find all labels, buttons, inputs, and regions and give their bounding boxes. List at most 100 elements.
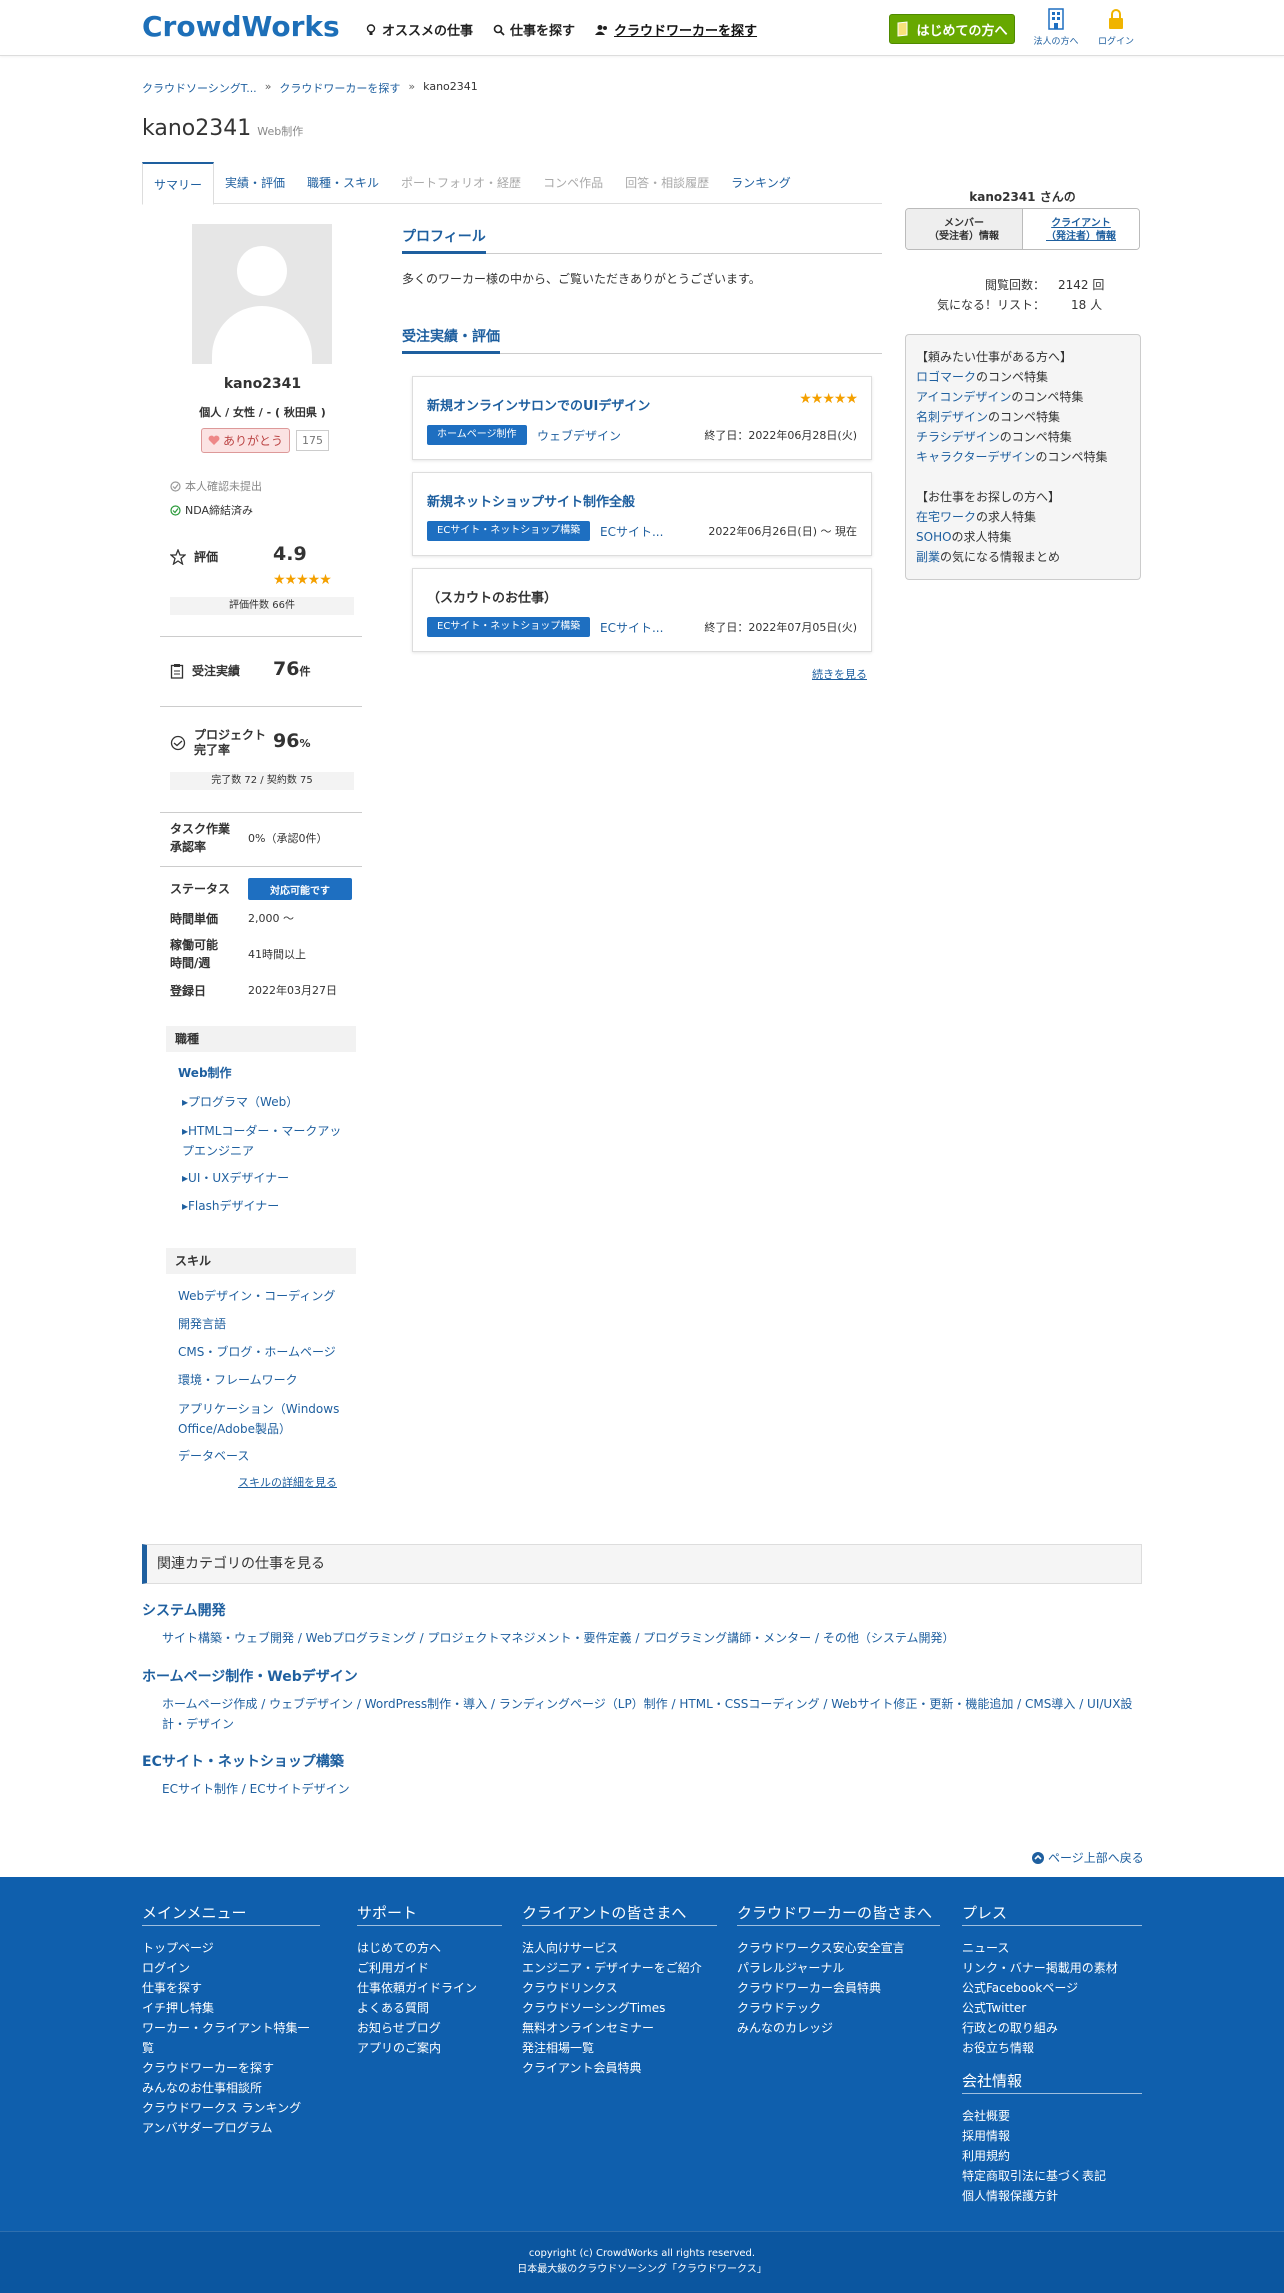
work-category[interactable]: ECサイト... [600,619,663,636]
tab-results[interactable]: 実績・評価 [214,162,296,203]
begin-button[interactable]: はじめての方へ [889,14,1015,44]
breadcrumb-item-2[interactable]: クラウドワーカーを探す [279,80,400,96]
work-tag[interactable]: ホームページ制作 [427,425,527,445]
logo[interactable]: CrowdWorks [142,10,340,43]
footer-link[interactable]: ログイン [142,1958,320,1978]
feature-link[interactable]: 在宅ワーク [916,510,976,524]
nav-find-jobs[interactable]: 仕事を探す [493,20,575,39]
feature-link[interactable]: チラシデザイン [916,430,1000,444]
thanks-button[interactable]: ありがとう [201,428,291,453]
footer-link[interactable]: 法人向けサービス [522,1938,717,1958]
job-item[interactable]: ▸UI・UXデザイナー [182,1169,289,1186]
footer-link[interactable]: ニュース [962,1938,1142,1958]
footer-link[interactable]: よくある質問 [357,1998,502,2018]
tab-skills[interactable]: 職種・スキル [296,162,390,203]
footer-link[interactable]: パラレルジャーナル [737,1958,940,1978]
feature-link[interactable]: ロゴマーク [916,370,976,384]
footer-link[interactable]: お役立ち情報 [962,2038,1142,2058]
footer-link[interactable]: 公式Twitter [962,1998,1142,2018]
footer-link[interactable]: リンク・バナー掲載用の素材 [962,1958,1142,1978]
skill-item[interactable]: CMS・ブログ・ホームページ [178,1343,336,1360]
footer-link[interactable]: 利用規約 [962,2146,1142,2166]
footer-link[interactable]: みんなのお仕事相談所 [142,2078,320,2098]
footer-link[interactable]: クラウドソーシングTimes [522,1998,717,2018]
footer-link[interactable]: 行政との取り組み [962,2018,1142,2038]
footer-link[interactable]: 仕事依頼ガイドライン [357,1978,502,1998]
side-tab-member[interactable]: メンバー （受注者）情報 [906,209,1023,249]
work-title[interactable]: 新規ネットショップサイト制作全般 [427,491,635,510]
orders-number: 76 [273,658,300,680]
footer-link[interactable]: ご利用ガイド [357,1958,502,1978]
work-card[interactable]: （スカウトのお仕事） ECサイト・ネットショップ構築 ECサイト... 終了日：… [412,568,872,652]
side-tab-client[interactable]: クライアント （発注者）情報 [1023,209,1139,249]
work-category[interactable]: ウェブデザイン [537,427,621,444]
skill-item[interactable]: 開発言語 [178,1315,226,1332]
footer-link[interactable]: 特定商取引法に基づく表記 [962,2166,1142,2186]
related-group-title[interactable]: ホームページ制作・Webデザイン [142,1666,358,1686]
footer-link[interactable]: はじめての方へ [357,1938,502,1958]
breadcrumb-item-1[interactable]: クラウドソーシングT... [142,80,257,96]
footer-link[interactable]: ワーカー・クライアント特集一覧 [142,2018,320,2058]
footer-link[interactable]: 公式Facebookページ [962,1978,1142,1998]
feature-link[interactable]: キャラクターデザイン [916,450,1036,464]
footer-link[interactable]: 仕事を探す [142,1978,320,1998]
related-group-title[interactable]: ECサイト・ネットショップ構築 [142,1751,344,1771]
job-item[interactable]: ▸プログラマ（Web） [182,1093,298,1110]
skill-item[interactable]: 環境・フレームワーク [178,1371,298,1388]
work-card[interactable]: 新規ネットショップサイト制作全般 ECサイト・ネットショップ構築 ECサイト..… [412,472,872,556]
job-item[interactable]: ▸Flashデザイナー [182,1197,279,1214]
footer-link[interactable]: 発注相場一覧 [522,2038,717,2058]
profile-attributes: 個人 / 女性 / - ( 秋田県 ) [199,406,326,419]
footer-link[interactable]: みんなのカレッジ [737,2018,940,2038]
footer-link[interactable]: クラウドワークス ランキング [142,2098,320,2118]
skills-more-link[interactable]: スキルの詳細を見る [238,1474,337,1490]
related-group-links[interactable]: ホームページ作成 / ウェブデザイン / WordPress制作・導入 / ラン… [162,1694,1142,1734]
related-group-links[interactable]: サイト構築・ウェブ開発 / Webプログラミング / プロジェクトマネジメント・… [162,1628,1142,1648]
feature-link[interactable]: 副業 [916,550,940,564]
skill-item[interactable]: データベース [178,1447,249,1464]
tab-answers[interactable]: 回答・相談履歴 [614,162,720,203]
footer-link[interactable]: イチ押し特集 [142,1998,320,2018]
footer-link[interactable]: クラウドリンクス [522,1978,717,1998]
work-tag[interactable]: ECサイト・ネットショップ構築 [427,617,591,637]
job-item[interactable]: ▸HTMLコーダー・マークアップエンジニア [182,1121,352,1161]
nav-find-workers[interactable]: クラウドワーカーを探す [595,20,757,39]
nav-recommended[interactable]: オススメの仕事 [365,20,473,39]
work-card[interactable]: 新規オンラインサロンでのUIデザイン ★★★★★ ホームページ制作 ウェブデザイ… [412,376,872,460]
footer-link[interactable]: クラウドワーカーを探す [142,2058,320,2078]
footer-link[interactable]: 会社概要 [962,2106,1142,2126]
footer-link[interactable]: お知らせブログ [357,2018,502,2038]
work-tag[interactable]: ECサイト・ネットショップ構築 [427,521,591,541]
tab-competition[interactable]: コンペ作品 [532,162,614,203]
skill-item[interactable]: Webデザイン・コーディング [178,1287,335,1304]
work-rating-stars: ★★★★★ [799,391,858,407]
footer-link[interactable]: アプリのご案内 [357,2038,502,2058]
tab-ranking[interactable]: ランキング [720,162,802,203]
footer-link[interactable]: アンバサダープログラム [142,2118,320,2138]
footer-link[interactable]: エンジニア・デザイナーをご紹介 [522,1958,717,1978]
footer-link[interactable]: クライアント会員特典 [522,2058,717,2078]
work-title[interactable]: 新規オンラインサロンでのUIデザイン [427,395,650,414]
login-link[interactable]: ログイン [1088,8,1144,47]
feature-link[interactable]: 名刺デザイン [916,410,988,424]
related-group-title[interactable]: システム開発 [142,1600,226,1620]
footer-link[interactable]: クラウドワーカー会員特典 [737,1978,940,1998]
footer-link[interactable]: トップページ [142,1938,320,1958]
job-main[interactable]: Web制作 [178,1064,232,1081]
corporate-link[interactable]: 法人の方へ [1028,8,1084,47]
footer-link[interactable]: クラウドテック [737,1998,940,2018]
feature-link[interactable]: SOHO [916,530,952,544]
tab-portfolio[interactable]: ポートフォリオ・経歴 [390,162,532,203]
related-group-links[interactable]: ECサイト制作 / ECサイトデザイン [162,1779,1142,1799]
back-to-top-link[interactable]: ページ上部へ戻る [1032,1849,1144,1866]
tab-summary[interactable]: サマリー [142,162,215,205]
works-more-link[interactable]: 続きを見る [812,666,867,682]
job-item-label: Flashデザイナー [188,1199,280,1213]
footer-link[interactable]: 採用情報 [962,2126,1142,2146]
feature-link[interactable]: アイコンデザイン [916,390,1011,404]
footer-link[interactable]: クラウドワークス安心安全宣言 [737,1938,940,1958]
footer-link[interactable]: 無料オンラインセミナー [522,2018,717,2038]
skill-item[interactable]: アプリケーション（Windows Office/Adobe製品） [178,1399,348,1439]
work-category[interactable]: ECサイト... [600,523,663,540]
footer-link[interactable]: 個人情報保護方針 [962,2186,1142,2206]
